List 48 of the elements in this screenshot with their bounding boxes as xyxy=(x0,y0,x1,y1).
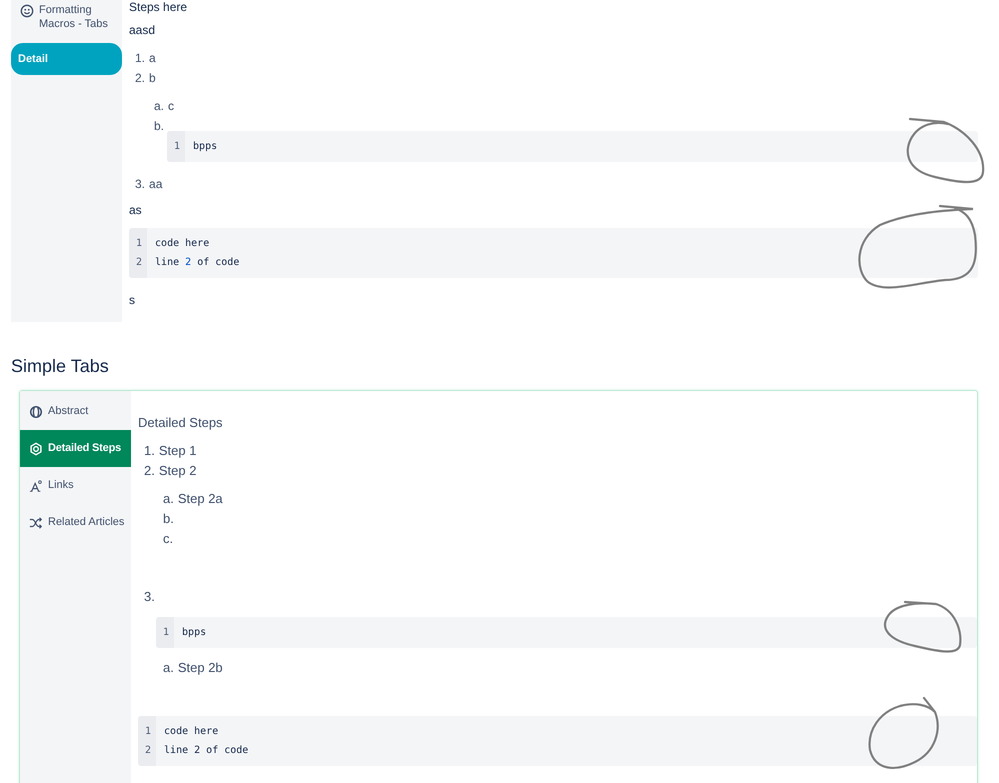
line-number: 2 xyxy=(136,256,142,270)
code-line: code here xyxy=(155,237,210,251)
list-marker: b. xyxy=(163,510,174,528)
shuffle-icon xyxy=(29,516,43,530)
line-number: 1 xyxy=(145,725,152,739)
list-item-text: a xyxy=(149,50,156,67)
code-line: code here xyxy=(164,725,220,739)
tab[interactable]: Formatting Macros - Tabs xyxy=(11,1,122,35)
smiley-icon xyxy=(20,4,34,18)
line-number: 1 xyxy=(136,237,142,251)
list-item-text: c xyxy=(168,98,174,115)
tab[interactable]: Abstract xyxy=(20,393,131,430)
list-marker: a. xyxy=(163,490,174,508)
list-item-text: Step 2b xyxy=(178,659,223,677)
list-item-text: Step 2 xyxy=(158,462,196,480)
tab[interactable]: Links xyxy=(20,467,131,504)
list-item-text: Step 1 xyxy=(158,442,196,460)
paragraph: Steps here xyxy=(129,0,188,14)
section-heading: Simple Tabs xyxy=(11,355,110,378)
letter-sparkle-icon xyxy=(29,479,43,493)
list-marker: b. xyxy=(154,118,164,135)
line-number: 1 xyxy=(163,626,170,640)
line-number: 2 xyxy=(145,744,152,758)
paragraph: aasd xyxy=(129,22,156,39)
hexagon-icon xyxy=(29,442,43,456)
list-marker: 1. xyxy=(135,50,146,67)
list-marker: 1. xyxy=(144,442,155,460)
list-marker: 3. xyxy=(144,588,155,606)
list-item-text: b xyxy=(149,70,156,87)
code-line: line 2 of code xyxy=(164,744,248,758)
list-marker: a. xyxy=(163,659,174,677)
paragraph: s xyxy=(129,292,136,309)
tab[interactable]: Related Articles xyxy=(20,504,131,541)
tab[interactable]: Detailed Steps xyxy=(20,430,131,467)
paragraph: Detailed Steps xyxy=(138,414,224,432)
list-marker: 2. xyxy=(144,462,155,480)
list-marker: a. xyxy=(154,98,164,115)
code-line: line 2 of code xyxy=(155,256,240,270)
code-line: bpps xyxy=(193,140,218,154)
list-item-text: aa xyxy=(149,176,162,193)
paragraph: as xyxy=(129,202,143,219)
list-item-text: Step 2a xyxy=(178,490,223,508)
code-line: bpps xyxy=(182,626,206,640)
list-marker: 3. xyxy=(135,176,146,193)
list-marker: c. xyxy=(163,530,174,548)
ring-icon xyxy=(29,405,43,419)
list-marker: 2. xyxy=(135,70,146,87)
line-number: 1 xyxy=(174,140,180,154)
